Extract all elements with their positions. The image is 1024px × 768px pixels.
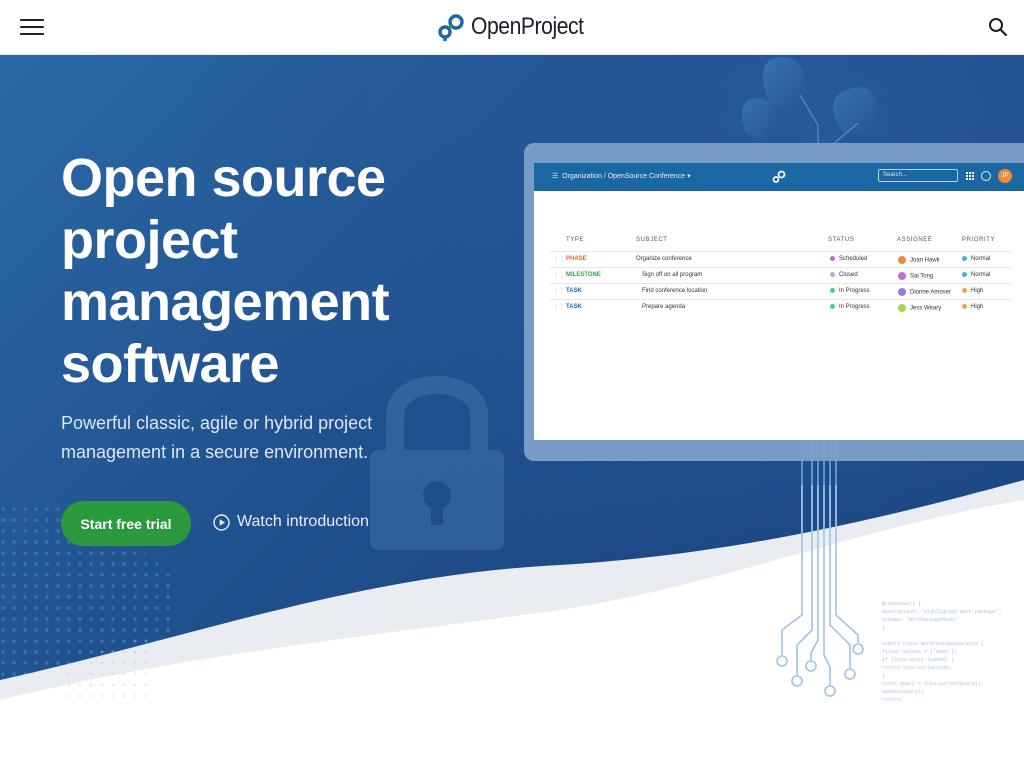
code-line: } bbox=[882, 625, 886, 631]
top-navigation-bar: OpenProject bbox=[0, 0, 1024, 55]
hamburger-menu-icon[interactable] bbox=[20, 18, 44, 36]
bottom-wave bbox=[0, 480, 1024, 768]
code-line: const query = this.currentQuery(); bbox=[882, 681, 985, 687]
search-icon[interactable] bbox=[988, 17, 1008, 37]
code-line: return this.collection; bbox=[882, 665, 952, 671]
code-snippet-decoration: @response() { description: 'Highlighted … bbox=[882, 600, 1024, 704]
code-line: filter.values = ['open']; bbox=[882, 649, 958, 655]
code-line: description: 'Highlighted work-package', bbox=[882, 609, 1003, 615]
hero-section: Open source project management software … bbox=[0, 55, 1024, 768]
code-line: update(query); bbox=[882, 689, 925, 695]
code-line: @response() { bbox=[882, 601, 922, 607]
brand-name: OpenProject bbox=[471, 13, 584, 40]
code-line: export class WorkPackagesService { bbox=[882, 641, 985, 647]
code-line: } bbox=[882, 673, 886, 679]
code-line: return; bbox=[882, 697, 904, 703]
brand-logo[interactable]: OpenProject bbox=[437, 12, 599, 42]
code-line: schema: 'WorkPackageModel' bbox=[882, 617, 961, 623]
openproject-logo-icon bbox=[438, 14, 464, 41]
code-line: if (this.state.loaded) { bbox=[882, 657, 955, 663]
